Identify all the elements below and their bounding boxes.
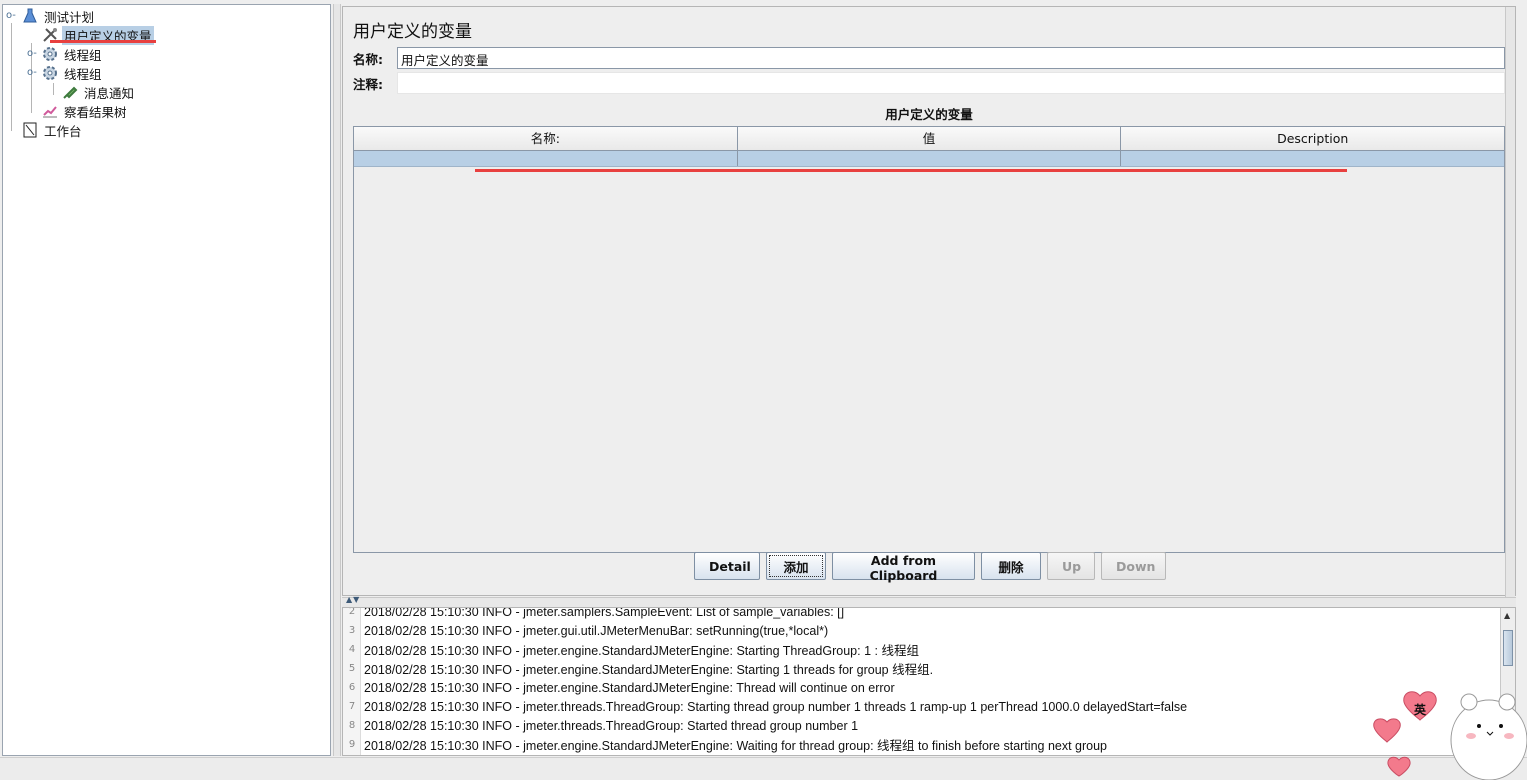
table-row[interactable] (354, 151, 1504, 167)
tree-item-message-notice[interactable]: 消息通知 (61, 83, 136, 101)
tree-item-test-plan[interactable]: 测试计划 (21, 7, 96, 25)
delete-button[interactable]: 删除 (981, 552, 1041, 580)
comment-input[interactable] (397, 72, 1505, 94)
editor-scrollbar[interactable] (1505, 7, 1515, 604)
table-cell[interactable] (354, 151, 738, 166)
up-button[interactable]: Up (1047, 552, 1095, 580)
tree-item-view-results-tree[interactable]: 察看结果树 (41, 102, 129, 120)
tree-expand-handle-icon[interactable]: o- (27, 48, 37, 59)
gear-icon (41, 45, 59, 63)
flask-icon (21, 7, 39, 25)
log-line: 8 2018/02/28 15:10:30 INFO - jmeter.thre… (348, 718, 859, 733)
tree-item-thread-group-2[interactable]: 线程组 (41, 64, 104, 82)
log-line: 9 2018/02/28 15:10:30 INFO - jmeter.engi… (348, 739, 1108, 753)
column-header-value[interactable]: 值 (738, 127, 1122, 150)
horizontal-split-bar[interactable]: ▲▼ (342, 595, 1516, 607)
log-line: 3 2018/02/28 15:10:30 INFO - jmeter.gui.… (348, 623, 829, 638)
scroll-up-icon[interactable]: ▲ (1504, 611, 1510, 620)
tree-item-thread-group-1[interactable]: 线程组 (41, 45, 104, 63)
variables-table[interactable]: 名称: 值 Description (353, 126, 1505, 553)
workbench-icon (21, 121, 39, 139)
tree-item-label: 测试计划 (44, 9, 95, 25)
tree-item-workbench[interactable]: 工作台 (21, 121, 84, 139)
test-plan-tree[interactable]: o- 测试计划 用户定义的变量 o- 线程组 o- 线程组 消息通知 察看结果树… (2, 4, 331, 756)
column-header-description[interactable]: Description (1121, 127, 1504, 150)
tree-expand-handle-icon[interactable]: o- (6, 10, 16, 21)
tree-item-label: 工作台 (44, 123, 82, 139)
add-from-clipboard-button[interactable]: Add from Clipboard (832, 552, 975, 583)
tree-item-label: 消息通知 (84, 85, 135, 101)
user-defined-variables-panel: 用户定义的变量 名称: 用户定义的变量 注释: 用户定义的变量 名称: 值 De… (342, 6, 1516, 604)
tree-item-label: 线程组 (64, 47, 102, 63)
log-panel[interactable]: 2 2018/02/28 15:10:30 INFO - jmeter.samp… (342, 607, 1516, 756)
split-arrows-icon[interactable]: ▲▼ (346, 595, 360, 604)
vertical-split-bar[interactable] (333, 4, 341, 756)
table-caption: 用户定义的变量 (885, 107, 973, 122)
table-cell[interactable] (1121, 151, 1504, 166)
bear-sticker: 英 (1357, 688, 1527, 780)
comment-label: 注释: (353, 76, 383, 92)
log-line: 7 2018/02/28 15:10:30 INFO - jmeter.thre… (348, 699, 1188, 714)
tree-item-label: 线程组 (64, 66, 102, 82)
log-line: 5 2018/02/28 15:10:30 INFO - jmeter.engi… (348, 663, 934, 677)
annotation-underline-tree (50, 40, 156, 43)
annotation-underline-table (475, 169, 1347, 172)
log-line: 2 2018/02/28 15:10:30 INFO - jmeter.samp… (348, 607, 845, 619)
log-line: 6 2018/02/28 15:10:30 INFO - jmeter.engi… (348, 680, 895, 695)
syringe-icon (61, 83, 79, 101)
name-row: 名称: 用户定义的变量 (353, 47, 1505, 69)
name-input[interactable]: 用户定义的变量 (397, 47, 1505, 69)
chart-icon (41, 102, 59, 120)
sticker-badge: 英 (1414, 702, 1427, 717)
log-line: 4 2018/02/28 15:10:30 INFO - jmeter.engi… (348, 644, 919, 658)
page-title: 用户定义的变量 (353, 22, 472, 42)
name-label: 名称: (353, 51, 383, 67)
tree-item-label: 察看结果树 (64, 104, 127, 120)
comment-row: 注释: (353, 72, 1505, 94)
detail-button[interactable]: Detail (694, 552, 760, 580)
log-scroll-thumb[interactable] (1503, 630, 1513, 666)
table-cell[interactable] (738, 151, 1122, 166)
add-button[interactable]: 添加 (766, 552, 826, 580)
column-header-name[interactable]: 名称: (354, 127, 738, 150)
gear-icon (41, 64, 59, 82)
tree-expand-handle-icon[interactable]: o- (27, 67, 37, 78)
down-button[interactable]: Down (1101, 552, 1166, 580)
table-header: 名称: 值 Description (354, 127, 1504, 151)
bottom-strip (0, 757, 1527, 780)
table-button-bar: Detail 添加 Add from Clipboard 删除 Up Down (694, 552, 1166, 583)
